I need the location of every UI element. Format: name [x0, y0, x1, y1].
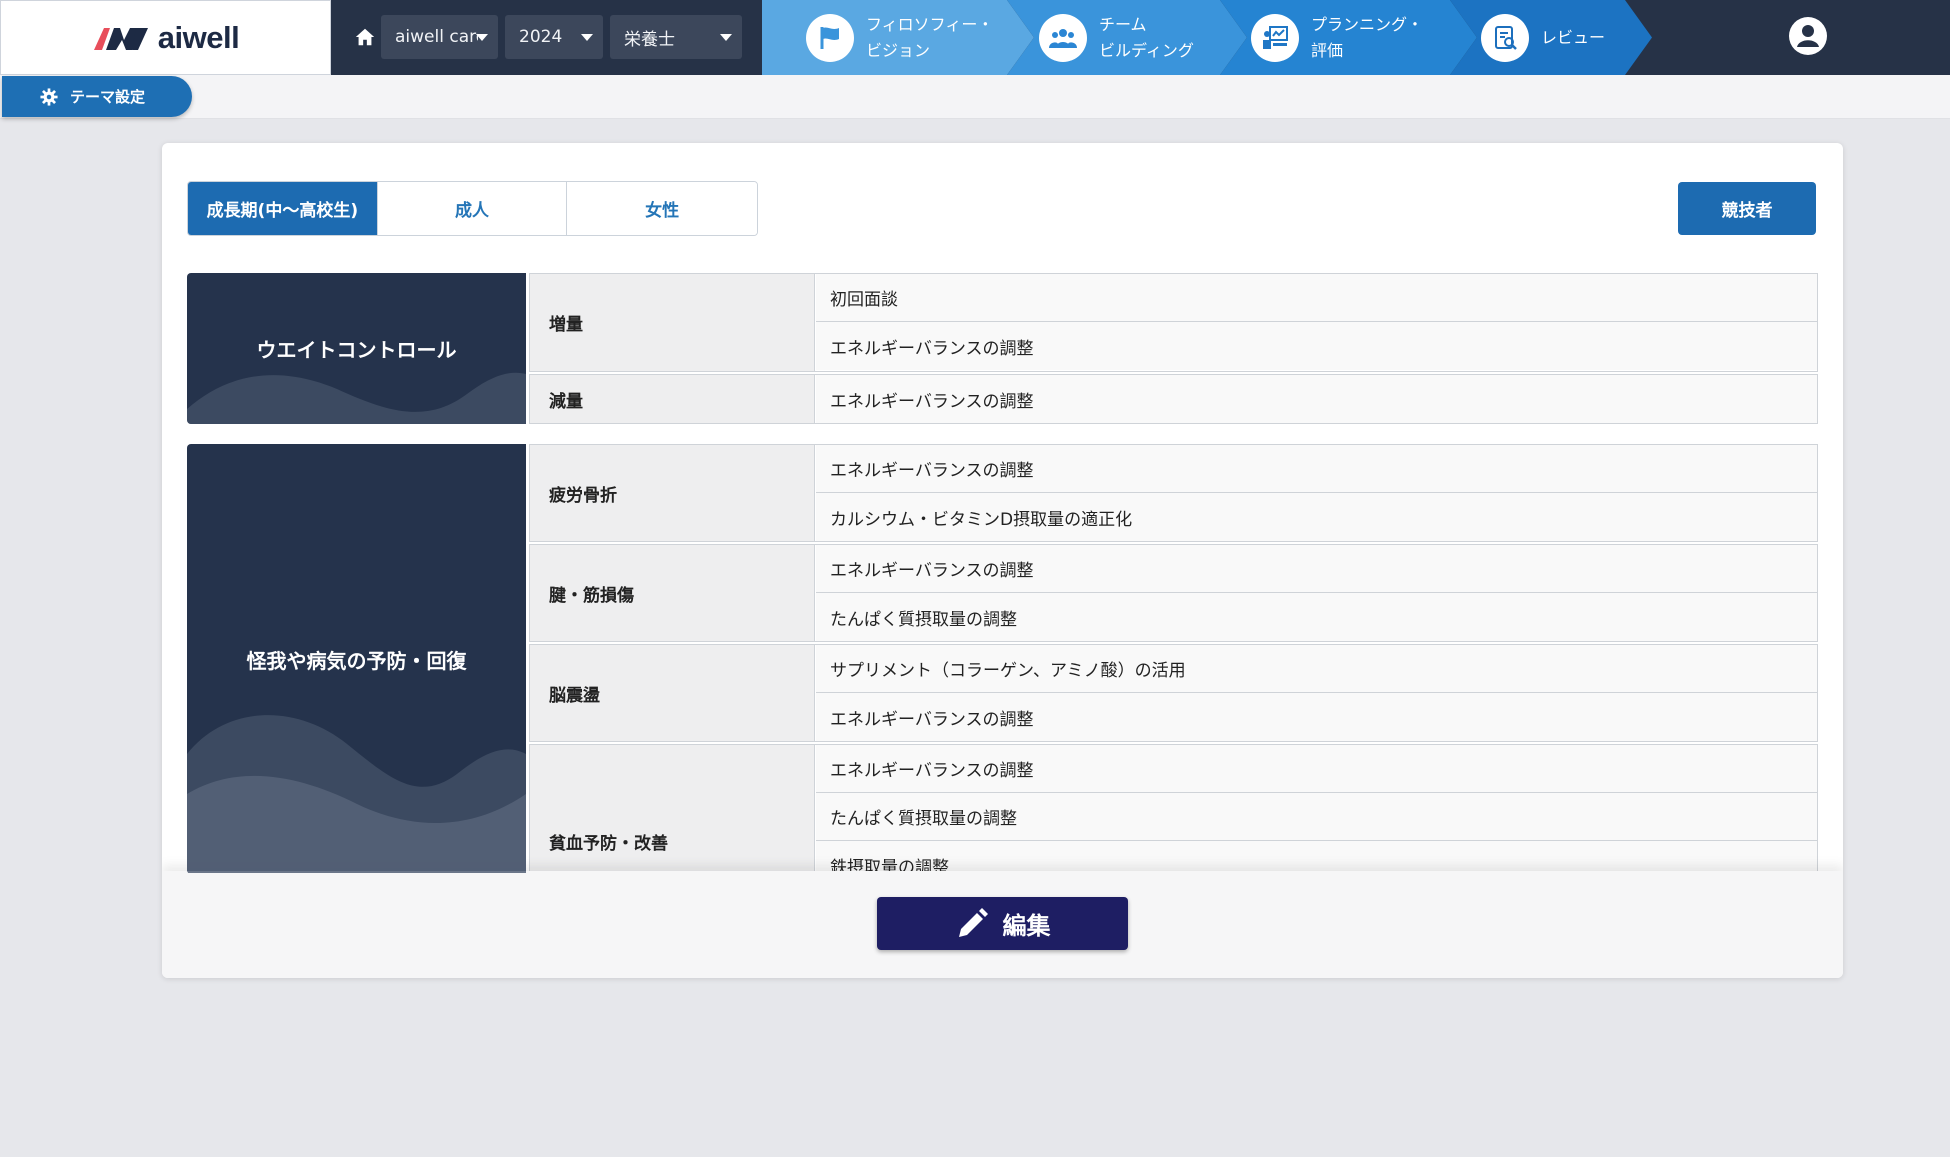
list-item[interactable]: エネルギーバランスの調整 [816, 445, 1817, 493]
chevron-down-icon [476, 34, 488, 41]
category-cell: 怪我や病気の予防・回復 [187, 444, 526, 873]
year-dropdown-value: 2024 [519, 27, 562, 47]
step-philosophy-vision[interactable]: フィロソフィー・ ビジョン [806, 0, 993, 75]
aiwell-logo-icon [92, 22, 152, 54]
presentation-icon [1251, 14, 1299, 62]
team-icon [1039, 14, 1087, 62]
sub-label: 増量 [530, 274, 815, 371]
tab-adult[interactable]: 成人 [378, 182, 568, 235]
list-item[interactable]: 鉄摂取量の調整 [816, 841, 1817, 873]
sub-label: 脳震盪 [530, 645, 815, 741]
list-item[interactable]: エネルギーバランスの調整 [816, 322, 1817, 370]
step-planning-evaluation[interactable]: プランニング・ 評価 [1251, 0, 1423, 75]
chevron-down-icon [581, 34, 593, 41]
top-navigation-bar: aiwell aiwell care 2024 栄養士 フィロソフィー・ ビジョ… [0, 0, 1950, 75]
list-item[interactable]: たんぱく質摂取量の調整 [816, 593, 1817, 641]
athlete-button[interactable]: 競技者 [1678, 182, 1816, 235]
step-review[interactable]: レビュー [1481, 0, 1605, 75]
flag-icon [806, 14, 854, 62]
segment-tabs: 成長期(中〜高校生) 成人 女性 [187, 181, 758, 236]
step-label: チーム ビルディング [1099, 12, 1194, 64]
list-item[interactable]: エネルギーバランスの調整 [816, 693, 1817, 741]
organization-dropdown-value: aiwell care [395, 27, 478, 47]
wave-decoration [187, 684, 526, 873]
sub-toolbar [0, 75, 1950, 119]
role-dropdown[interactable]: 栄養士 [610, 15, 742, 59]
sub-label: 減量 [530, 375, 815, 423]
sub-label: 貧血予防・改善 [530, 745, 815, 873]
list-item[interactable]: 初回面談 [816, 274, 1817, 322]
user-icon [1789, 17, 1827, 55]
sub-row: 疲労骨折 エネルギーバランスの調整 カルシウム・ビタミンD摂取量の適正化 [529, 444, 1818, 542]
theme-settings-button[interactable]: テーマ設定 [2, 76, 192, 117]
logo[interactable]: aiwell [0, 0, 331, 75]
sub-row: 増量 初回面談 エネルギーバランスの調整 [529, 273, 1818, 372]
organization-dropdown[interactable]: aiwell care [381, 15, 498, 59]
pencil-icon [955, 907, 989, 941]
role-dropdown-value: 栄養士 [624, 25, 675, 50]
category-cell: ウエイトコントロール [187, 273, 526, 424]
category-label: ウエイトコントロール [257, 334, 457, 363]
year-dropdown[interactable]: 2024 [505, 15, 603, 59]
tab-growth-period[interactable]: 成長期(中〜高校生) [188, 182, 378, 235]
chevron-down-icon [720, 34, 732, 41]
list-item[interactable]: エネルギーバランスの調整 [816, 745, 1817, 793]
step-team-building[interactable]: チーム ビルディング [1039, 0, 1194, 75]
sub-row: 脳震盪 サプリメント（コラーゲン、アミノ酸）の活用 エネルギーバランスの調整 [529, 644, 1818, 742]
sub-row: 腱・筋損傷 エネルギーバランスの調整 たんぱく質摂取量の調整 [529, 544, 1818, 642]
edit-label: 編集 [1003, 906, 1051, 941]
step-label: フィロソフィー・ ビジョン [866, 12, 993, 64]
step-label: プランニング・ 評価 [1311, 12, 1423, 64]
tab-female[interactable]: 女性 [567, 182, 757, 235]
list-item[interactable]: カルシウム・ビタミンD摂取量の適正化 [816, 493, 1817, 541]
theme-card: 成長期(中〜高校生) 成人 女性 競技者 ウエイトコントロール 増量 初回面談 … [162, 143, 1843, 978]
sub-row: 減量 エネルギーバランスの調整 [529, 374, 1818, 424]
user-avatar[interactable] [1789, 17, 1827, 55]
list-item[interactable]: エネルギーバランスの調整 [816, 545, 1817, 593]
theme-settings-label: テーマ設定 [70, 86, 145, 107]
gear-icon [40, 88, 58, 106]
home-icon[interactable] [354, 26, 376, 48]
sub-label: 疲労骨折 [530, 445, 815, 541]
edit-button[interactable]: 編集 [877, 897, 1128, 950]
review-icon [1481, 14, 1529, 62]
card-footer: 編集 [162, 871, 1843, 978]
logo-text: aiwell [158, 20, 239, 56]
list-item[interactable]: エネルギーバランスの調整 [816, 375, 1817, 423]
list-item[interactable]: たんぱく質摂取量の調整 [816, 793, 1817, 841]
sub-label: 腱・筋損傷 [530, 545, 815, 641]
category-label: 怪我や病気の予防・回復 [247, 645, 467, 674]
wave-decoration [187, 354, 526, 424]
list-item[interactable]: サプリメント（コラーゲン、アミノ酸）の活用 [816, 645, 1817, 693]
theme-table-scroll-area[interactable]: ウエイトコントロール 増量 初回面談 エネルギーバランスの調整 減量 エネルギー… [162, 273, 1843, 873]
step-label: レビュー [1541, 25, 1605, 51]
sub-row: 貧血予防・改善 エネルギーバランスの調整 たんぱく質摂取量の調整 鉄摂取量の調整 [529, 744, 1818, 873]
